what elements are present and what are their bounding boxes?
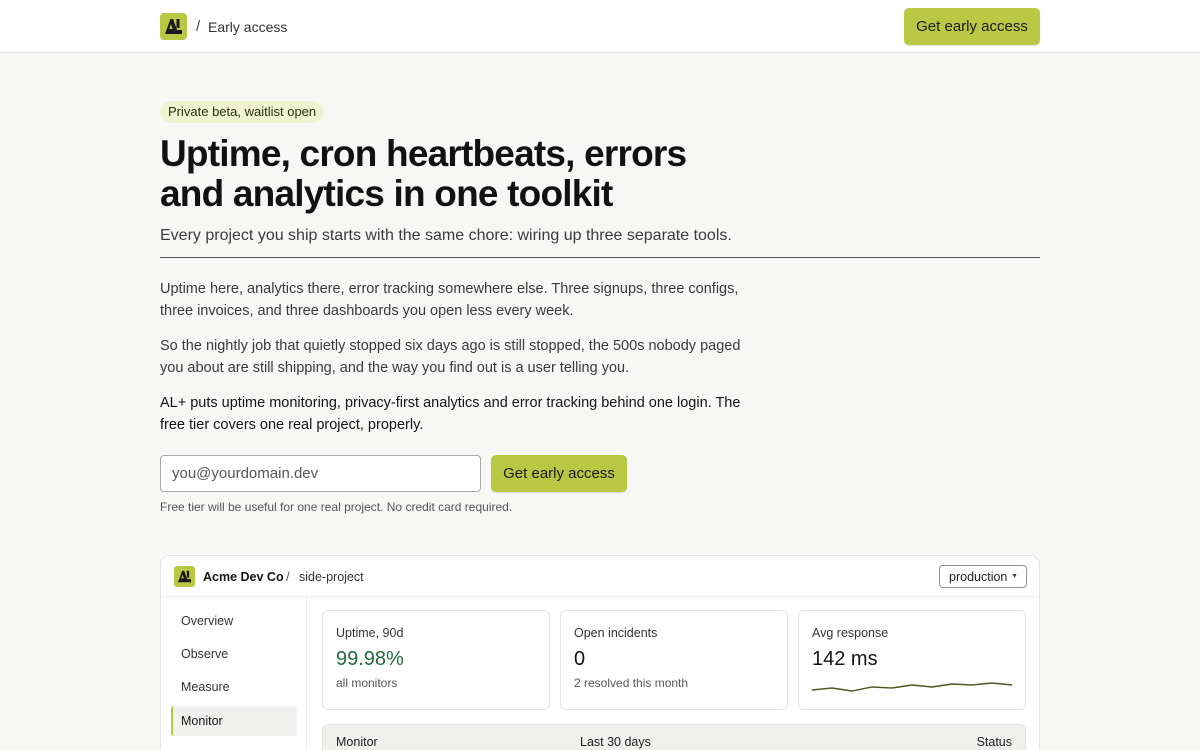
stat-label: Open incidents <box>574 626 658 640</box>
org-name[interactable]: Acme Dev Co <box>203 570 284 584</box>
response-sparkline <box>812 682 1013 692</box>
dashboard-sidebar: Overview Observe Measure Monitor <box>161 597 307 750</box>
page-subtitle: Every project you ship starts with the s… <box>160 227 732 244</box>
intro-paragraph-2: So the nightly job that quietly stopped … <box>160 338 741 376</box>
signup-get-early-access-button[interactable]: Get early access <box>491 455 627 492</box>
stat-note: all monitors <box>336 676 398 690</box>
environment-select[interactable]: production ▼ <box>939 565 1027 588</box>
stat-note: 2 resolved this month <box>574 676 689 690</box>
column-header-status[interactable]: Status <box>977 735 1012 749</box>
sidebar-item-observe[interactable]: Observe <box>171 639 297 669</box>
page-title-line-1: Uptime, cron heartbeats, errors <box>160 133 687 174</box>
status-badge: Private beta, waitlist open <box>160 101 325 123</box>
stat-value: 0 <box>574 648 586 670</box>
sidebar-item-overview[interactable]: Overview <box>171 606 297 636</box>
dashboard-preview: Acme Dev Co / side-project production ▼ … <box>160 555 1040 750</box>
email-input[interactable] <box>160 455 481 492</box>
sidebar-item-measure[interactable]: Measure <box>171 672 297 702</box>
stat-value: 142 ms <box>812 648 878 670</box>
column-header-monitor[interactable]: Monitor <box>336 735 378 749</box>
environment-value: production <box>949 569 1008 584</box>
column-header-last-30-days[interactable]: Last 30 days <box>580 735 651 749</box>
al-logo-icon[interactable] <box>160 13 187 40</box>
caret-down-icon: ▼ <box>1011 573 1018 580</box>
monitor-table-header: Monitor Last 30 days Status <box>322 724 1026 750</box>
uptime-stat-card: Uptime, 90d 99.98% all monitors <box>322 610 550 710</box>
dashboard-header: Acme Dev Co / side-project production ▼ <box>161 556 1039 597</box>
top-bar: / Early access Get early access <box>0 0 1200 53</box>
stat-label: Avg response <box>812 626 889 640</box>
incidents-stat-card: Open incidents 0 2 resolved this month <box>560 610 788 710</box>
page-title: Uptime, cron heartbeats, errors and anal… <box>160 134 780 214</box>
divider <box>160 257 1040 258</box>
al-logo-icon <box>174 566 195 587</box>
sidebar-item-monitor[interactable]: Monitor <box>171 706 297 736</box>
page-title-line-2: and analytics in one toolkit <box>160 173 613 214</box>
signup-fineprint: Free tier will be useful for one real pr… <box>160 500 513 514</box>
header-get-early-access-button[interactable]: Get early access <box>904 8 1040 45</box>
stat-value: 99.98% <box>336 648 404 670</box>
stat-label: Uptime, 90d <box>336 626 404 640</box>
intro-paragraph-3: AL+ puts uptime monitoring, privacy-firs… <box>160 395 741 433</box>
intro-paragraph-1: Uptime here, analytics there, error trac… <box>160 281 739 319</box>
response-stat-card: Avg response 142 ms <box>798 610 1026 710</box>
breadcrumb-separator: / <box>286 569 290 584</box>
project-name[interactable]: side-project <box>299 570 364 584</box>
breadcrumb: Early access <box>208 19 288 35</box>
breadcrumb-separator: / <box>196 18 201 35</box>
